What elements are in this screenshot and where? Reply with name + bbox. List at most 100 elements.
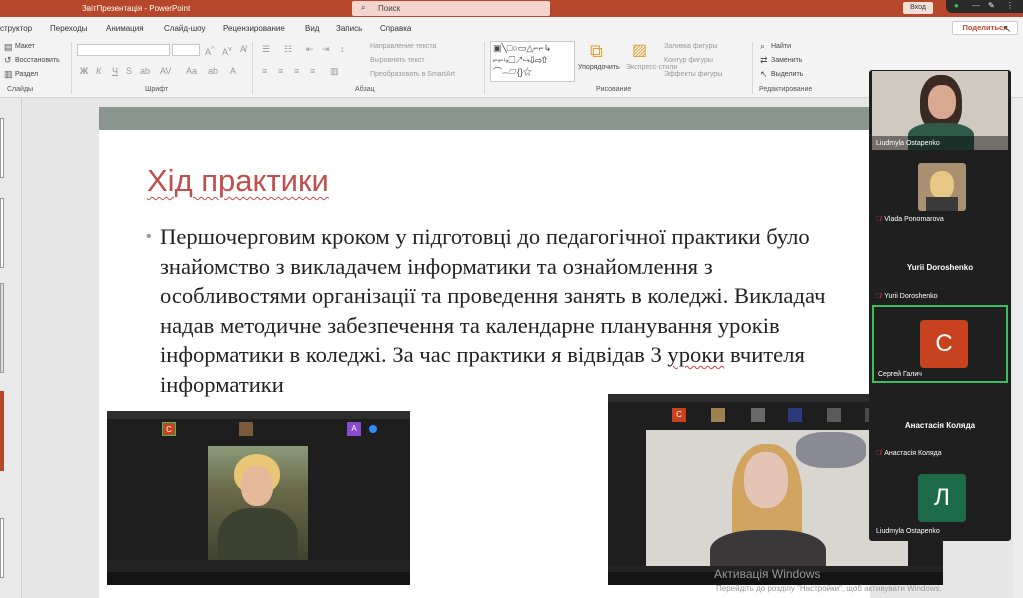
spacing-icon[interactable]: AV xyxy=(160,66,171,76)
participant-tile[interactable]: Yurii Doroshenko 🎙̸ Yurii Doroshenko xyxy=(872,228,1008,303)
participant-tile[interactable]: Liudmyla Ostapenko xyxy=(872,71,1008,150)
align-center-icon[interactable]: ≡ xyxy=(278,66,283,76)
shapes-gallery[interactable]: ▣╲□○▭△⌐⌐↳ ⌐⌐⤷☐↗↪⇩⇨⇧ ⌒⌢▱{}☆ xyxy=(490,41,575,82)
shape-fill-button[interactable]: Заливка фигуры xyxy=(664,43,717,50)
slide-thumbnail[interactable] xyxy=(0,198,4,268)
title-bar: ЗвітПрезентація - PowerPoint ⌕ Поиск Вхо… xyxy=(0,0,1023,17)
tab-review[interactable]: Рецензирование xyxy=(223,24,285,33)
scrollbar-thumb[interactable] xyxy=(0,283,4,373)
participant-tile-active-speaker[interactable]: С Сергей Галич xyxy=(872,305,1008,383)
italic-icon[interactable]: К xyxy=(96,66,101,76)
reset-button[interactable]: Восстановить xyxy=(15,57,60,64)
font-color-icon[interactable]: A xyxy=(230,66,236,76)
find-button[interactable]: Найти xyxy=(771,43,791,50)
underline-icon[interactable]: Ч xyxy=(112,66,118,76)
bullets-icon[interactable]: ☰ xyxy=(262,44,270,55)
strikethrough-icon[interactable]: ab xyxy=(140,66,150,76)
tab-design[interactable]: структор xyxy=(0,24,32,33)
tab-view[interactable]: Вид xyxy=(305,24,319,33)
tile-avatar: A xyxy=(347,422,361,436)
system-tray: ● — ✎ ⋮ xyxy=(946,0,1023,13)
layout-button[interactable]: Макет xyxy=(15,43,35,50)
shrink-font-icon[interactable]: Av xyxy=(222,44,232,57)
tile-avatar: С xyxy=(672,408,686,422)
bold-icon[interactable]: Ж xyxy=(80,66,88,76)
tile-avatar: С xyxy=(162,422,176,436)
status-icon xyxy=(369,425,377,433)
section-icon: ▥ xyxy=(4,69,13,79)
arrange-icon: ⧉ xyxy=(590,41,603,61)
minus-icon[interactable]: — xyxy=(972,1,980,10)
font-group-label: Шрифт xyxy=(145,86,169,93)
align-left-icon[interactable]: ≡ xyxy=(262,66,267,76)
numbering-icon[interactable]: ☷ xyxy=(284,44,292,55)
tab-help[interactable]: Справка xyxy=(380,24,411,33)
body-line: Першочерговим кроком у підготовці до пед… xyxy=(160,224,810,249)
shapes-row: ⌐⌐⤷☐↗↪⇩⇨⇧ xyxy=(493,55,548,65)
replace-icon: ⇄ xyxy=(760,55,768,65)
windows-activation-hint: Перейдіть до розділу "Настройки", щоб ак… xyxy=(716,584,942,593)
font-family-select[interactable] xyxy=(77,44,170,56)
slide-title[interactable]: Хід практики xyxy=(147,163,329,199)
slide-thumbnail[interactable] xyxy=(0,118,4,178)
section-button[interactable]: Раздел xyxy=(15,71,38,78)
participant-avatar: Л xyxy=(918,474,966,522)
paragraph-group-label: Абзац xyxy=(355,86,375,93)
search-box[interactable]: ⌕ Поиск xyxy=(352,1,550,16)
arrange-button[interactable]: Упорядочить xyxy=(578,64,620,71)
highlight-icon[interactable]: ab xyxy=(208,66,218,76)
divider xyxy=(252,42,253,94)
reset-icon: ↺ xyxy=(4,55,12,65)
participant-name: Liudmyla Ostapenko xyxy=(876,140,940,147)
replace-button[interactable]: Заменить xyxy=(771,57,802,64)
participant-tile[interactable]: Л Liudmyla Ostapenko xyxy=(872,462,1008,538)
slide-thumbnail-selected[interactable] xyxy=(0,391,4,471)
indent-icon[interactable]: ⇥ xyxy=(322,44,330,55)
search-icon: ⌕ xyxy=(361,3,366,12)
font-size-select[interactable] xyxy=(172,44,200,56)
select-icon: ↖ xyxy=(760,69,768,79)
tile-photo xyxy=(751,408,765,422)
login-button[interactable]: Вход xyxy=(903,2,933,14)
participants-panel: Liudmyla Ostapenko 🎙̸ Vlada Ponomarova Yu… xyxy=(869,70,1011,541)
body-line-tail: вчителя xyxy=(724,342,805,367)
quick-styles-icon: ▨ xyxy=(632,42,648,59)
participant-name-row: 🎙̸ Yurii Doroshenko xyxy=(876,293,938,300)
find-icon: ⌕ xyxy=(760,41,766,51)
shadow-icon[interactable]: S xyxy=(126,66,132,76)
tab-transitions[interactable]: Переходы xyxy=(50,24,88,33)
pen-icon[interactable]: ✎ xyxy=(988,1,995,10)
vertical-scrollbar[interactable] xyxy=(1013,98,1023,598)
more-icon[interactable]: ⋮ xyxy=(1006,1,1014,10)
align-text-button[interactable]: Выровнять текст xyxy=(370,57,425,64)
tab-animation[interactable]: Анимация xyxy=(106,24,144,33)
participant-tile[interactable]: Анастасія Коляда 🎙̸ Анастасія Коляда xyxy=(872,386,1008,460)
clear-format-icon[interactable]: A̸ xyxy=(240,44,246,54)
shape-effects-button[interactable]: Эффекты фигуры xyxy=(664,71,722,78)
select-button[interactable]: Выделить xyxy=(771,71,803,78)
case-icon[interactable]: Aa xyxy=(186,66,197,76)
shape-outline-button[interactable]: Контур фигуры xyxy=(664,57,713,64)
meeting-controls xyxy=(107,560,410,572)
text-direction-button[interactable]: Направление текста xyxy=(370,43,436,50)
participant-tile[interactable]: 🎙̸ Vlada Ponomarova xyxy=(872,152,1008,226)
poster-shape xyxy=(796,432,866,468)
quick-styles-button[interactable]: Экспресс-стили xyxy=(626,64,677,71)
participant-name: Liudmyla Ostapenko xyxy=(876,528,940,535)
tab-record[interactable]: Запись xyxy=(336,24,362,33)
grow-font-icon[interactable]: A^ xyxy=(205,44,215,57)
participant-video xyxy=(208,446,308,571)
drawing-group-label: Рисование xyxy=(596,86,632,93)
slide-thumbnail[interactable] xyxy=(0,518,4,578)
share-label: Поделиться xyxy=(962,23,1008,32)
tab-slideshow[interactable]: Слайд-шоу xyxy=(164,24,205,33)
columns-icon[interactable]: ▥ xyxy=(330,66,339,77)
align-right-icon[interactable]: ≡ xyxy=(294,66,299,76)
smartart-button[interactable]: Преобразовать в SmartArt xyxy=(370,71,455,78)
slide-image-zoom-call-1[interactable]: С A xyxy=(107,411,410,585)
outdent-icon[interactable]: ⇤ xyxy=(306,44,314,55)
line-spacing-icon[interactable]: ↕ xyxy=(340,44,345,54)
justify-icon[interactable]: ≡ xyxy=(310,66,315,76)
slide[interactable]: Хід практики • Першочерговим кроком у пі… xyxy=(99,107,943,598)
slide-body-text[interactable]: Першочерговим кроком у підготовці до пед… xyxy=(160,222,880,399)
